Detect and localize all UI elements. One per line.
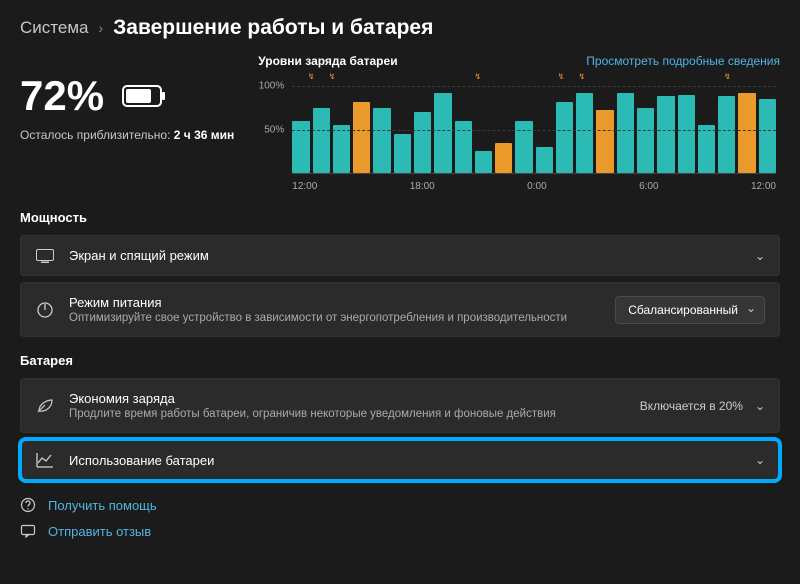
help-icon bbox=[20, 497, 38, 513]
chart-bar bbox=[394, 134, 411, 173]
battery-level-chart: Уровни заряда батареи Просмотреть подроб… bbox=[258, 54, 780, 192]
chart-bar bbox=[678, 95, 695, 173]
chart-bar bbox=[373, 108, 390, 173]
chart-bar bbox=[637, 108, 654, 173]
chart-bar bbox=[556, 102, 573, 173]
battery-saver-title: Экономия заряда bbox=[69, 391, 626, 406]
battery-icon bbox=[122, 85, 166, 107]
breadcrumb: Система › Завершение работы и батарея bbox=[20, 16, 780, 40]
power-icon bbox=[35, 301, 55, 319]
page-title: Завершение работы и батарея bbox=[113, 16, 433, 40]
get-help-label: Получить помощь bbox=[48, 498, 157, 513]
chart-bar bbox=[718, 96, 735, 173]
chart-line-icon bbox=[35, 452, 55, 468]
chart-bar bbox=[414, 112, 431, 173]
power-mode-row[interactable]: Режим питания Оптимизируйте свое устройс… bbox=[20, 282, 780, 337]
chart-y-axis: 100% 50% bbox=[258, 86, 288, 174]
chart-bar bbox=[292, 121, 309, 173]
display-icon bbox=[35, 249, 55, 263]
chart-charge-markers: ↯↯↯↯↯↯↯↯↯↯↯↯↯↯↯↯↯↯↯↯↯↯↯↯ bbox=[258, 72, 760, 81]
chart-bar bbox=[515, 121, 532, 173]
chart-bar bbox=[576, 93, 593, 173]
leaf-icon bbox=[35, 398, 55, 414]
chart-bar bbox=[434, 93, 451, 173]
power-mode-title: Режим питания bbox=[69, 295, 601, 310]
battery-percent: 72% bbox=[20, 72, 104, 120]
chart-bar bbox=[536, 147, 553, 173]
section-power-label: Мощность bbox=[20, 210, 780, 225]
chevron-right-icon: › bbox=[98, 20, 103, 36]
section-battery-label: Батарея bbox=[20, 353, 780, 368]
chart-bar bbox=[738, 93, 755, 173]
chart-x-axis: 12:00 18:00 0:00 6:00 12:00 bbox=[292, 181, 776, 192]
breadcrumb-parent[interactable]: Система bbox=[20, 18, 88, 38]
get-help-link[interactable]: Получить помощь bbox=[20, 497, 780, 513]
chart-details-link[interactable]: Просмотреть подробные сведения bbox=[586, 54, 780, 68]
feedback-label: Отправить отзыв bbox=[48, 524, 151, 539]
power-mode-dropdown[interactable]: Сбалансированный bbox=[615, 296, 765, 324]
chevron-down-icon: ⌄ bbox=[755, 453, 765, 467]
battery-usage-title: Использование батареи bbox=[69, 453, 741, 468]
power-mode-sub: Оптимизируйте свое устройство в зависимо… bbox=[69, 312, 601, 324]
chart-bar bbox=[313, 108, 330, 173]
chart-bar bbox=[596, 110, 613, 173]
chart-bars bbox=[292, 86, 776, 174]
time-remaining: Осталось приблизительно: 2 ч 36 мин bbox=[20, 128, 234, 142]
chart-bar bbox=[353, 102, 370, 173]
chart-bar bbox=[495, 143, 512, 173]
screen-sleep-row[interactable]: Экран и спящий режим ⌄ bbox=[20, 235, 780, 276]
chart-bar bbox=[333, 125, 350, 173]
battery-saver-row[interactable]: Экономия заряда Продлите время работы ба… bbox=[20, 378, 780, 433]
chevron-down-icon: ⌄ bbox=[755, 249, 765, 263]
feedback-link[interactable]: Отправить отзыв bbox=[20, 523, 780, 539]
battery-saver-sub: Продлите время работы батареи, ограничив… bbox=[69, 408, 626, 420]
chart-bar bbox=[657, 96, 674, 173]
chart-title: Уровни заряда батареи bbox=[258, 54, 397, 68]
chart-bar bbox=[475, 151, 492, 173]
screen-sleep-title: Экран и спящий режим bbox=[69, 248, 741, 263]
feedback-icon bbox=[20, 523, 38, 539]
chevron-down-icon: ⌄ bbox=[755, 399, 765, 413]
chart-bar bbox=[698, 125, 715, 173]
chart-bar bbox=[759, 99, 776, 173]
battery-saver-value: Включается в 20% bbox=[640, 399, 743, 413]
chart-bar bbox=[617, 93, 634, 173]
chart-bar bbox=[455, 121, 472, 173]
battery-usage-row[interactable]: Использование батареи ⌄ bbox=[20, 439, 780, 481]
